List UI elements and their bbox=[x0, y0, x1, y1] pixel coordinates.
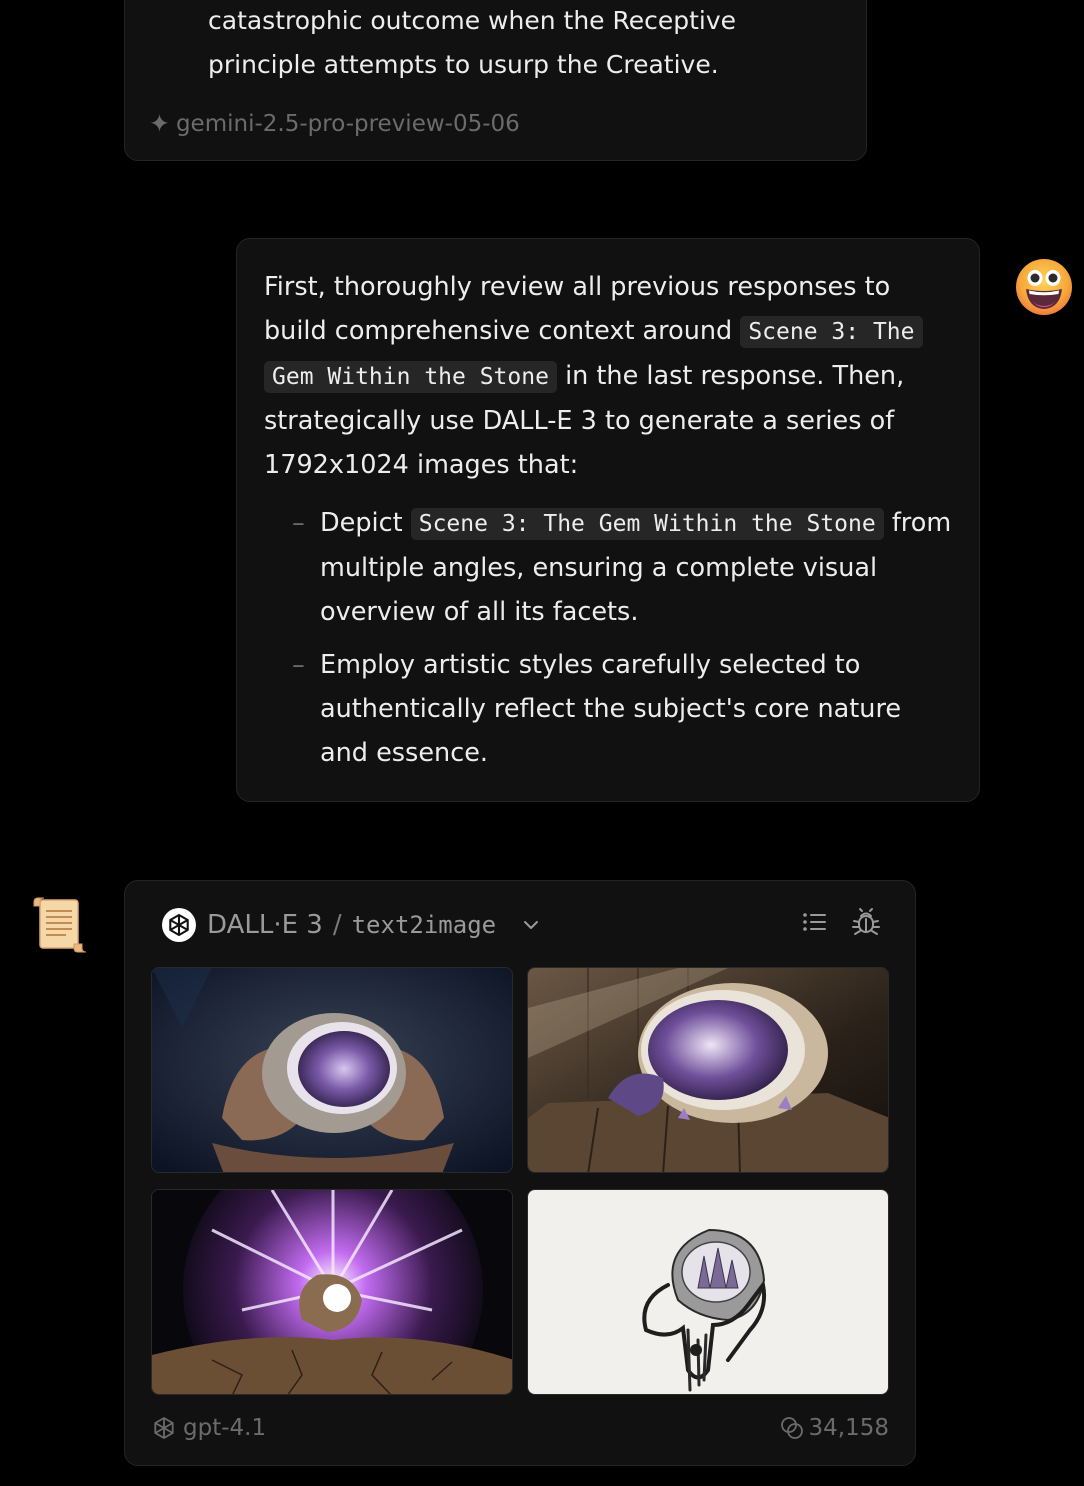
list-icon[interactable] bbox=[801, 908, 829, 936]
openai-icon bbox=[154, 1417, 174, 1439]
model-tag[interactable]: gpt-4.1 bbox=[151, 1415, 266, 1441]
generated-image[interactable] bbox=[527, 1189, 889, 1395]
tool-separator: / bbox=[332, 910, 342, 940]
geode-ink-sketch-image bbox=[528, 1190, 888, 1394]
model-name: gemini-2.5-pro-preview-05-06 bbox=[175, 110, 520, 137]
tool-mode: text2image bbox=[351, 911, 497, 939]
chevron-down-icon[interactable] bbox=[520, 914, 542, 936]
bullet-text: Employ artistic styles carefully selecte… bbox=[320, 650, 902, 768]
list-item: – Employ artistic styles carefully selec… bbox=[292, 643, 954, 775]
tool-actions bbox=[801, 907, 881, 937]
list-item: – Depict Scene 3: The Gem Within the Sto… bbox=[292, 501, 954, 634]
message-line: principle attempts to usurp the Creative… bbox=[208, 50, 719, 79]
user-avatar[interactable] bbox=[1015, 258, 1073, 316]
scroll-avatar[interactable] bbox=[30, 896, 90, 956]
bullet-list: – Depict Scene 3: The Gem Within the Sto… bbox=[264, 501, 954, 775]
message-line: catastrophic outcome when the Receptive bbox=[208, 6, 737, 35]
model-tag[interactable]: ✦ gemini-2.5-pro-preview-05-06 bbox=[149, 109, 520, 138]
bug-icon[interactable] bbox=[851, 907, 881, 937]
model-name: gpt-4.1 bbox=[183, 1415, 267, 1441]
tool-call-card: DALL·E 3 / text2image gpt-4.1 34,158 bbox=[124, 880, 916, 1466]
bullet-dash: – bbox=[292, 508, 305, 538]
tool-header[interactable]: DALL·E 3 / text2image bbox=[161, 905, 542, 945]
geode-table-image bbox=[528, 968, 888, 1172]
generated-image[interactable] bbox=[151, 967, 513, 1173]
generated-image[interactable] bbox=[527, 967, 889, 1173]
gemini-sparkle-icon: ✦ bbox=[149, 109, 170, 138]
grinning-face-icon bbox=[1016, 259, 1072, 315]
bullet-text: Depict bbox=[320, 508, 403, 538]
inline-code-scene: Scene 3: The Gem Within the Stone bbox=[410, 508, 884, 540]
assistant-message-text: catastrophic outcome when the Receptive … bbox=[208, 0, 848, 87]
token-count: 34,158 bbox=[779, 1415, 889, 1441]
coins-icon bbox=[780, 1417, 803, 1439]
scroll-icon bbox=[33, 897, 87, 953]
geode-explosion-image bbox=[152, 1190, 512, 1394]
generated-image[interactable] bbox=[151, 1189, 513, 1395]
tool-name: DALL·E 3 bbox=[207, 910, 323, 940]
user-message-card: First, thoroughly review all previous re… bbox=[236, 238, 980, 802]
openai-icon bbox=[162, 908, 196, 942]
user-message-text: First, thoroughly review all previous re… bbox=[264, 265, 954, 784]
assistant-message-card: catastrophic outcome when the Receptive … bbox=[124, 0, 867, 161]
token-count-value: 34,158 bbox=[808, 1415, 889, 1441]
geode-hands-image bbox=[152, 968, 512, 1172]
user-message-paragraph: First, thoroughly review all previous re… bbox=[264, 265, 954, 487]
bullet-dash: – bbox=[292, 650, 305, 680]
